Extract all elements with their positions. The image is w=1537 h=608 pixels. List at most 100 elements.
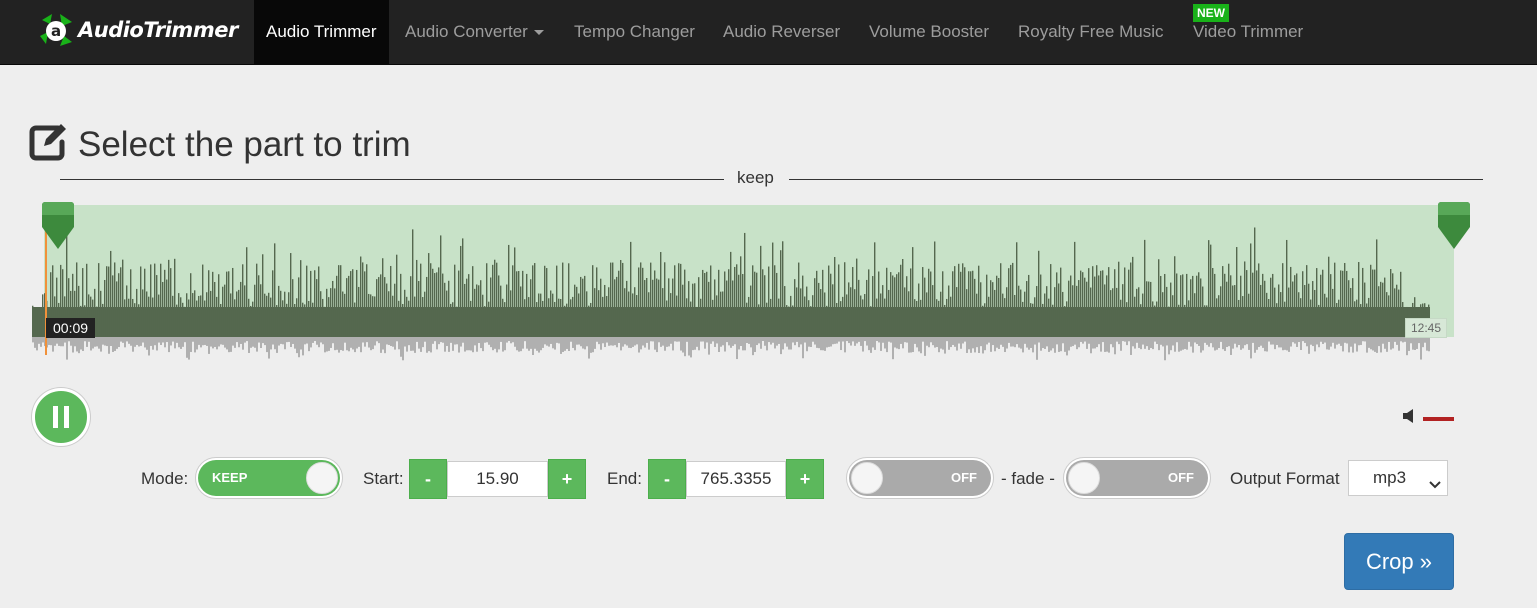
wave-bar	[286, 303, 288, 337]
nav-volume-booster[interactable]: Volume Booster	[869, 0, 989, 64]
wave-reflection	[260, 337, 262, 348]
wave-reflection	[932, 337, 934, 346]
wave-reflection	[1086, 337, 1088, 349]
wave-bar	[366, 264, 368, 337]
fade-in-toggle[interactable]: OFF	[846, 457, 994, 499]
wave-bar	[1280, 292, 1282, 337]
wave-bar	[208, 270, 210, 337]
wave-reflection	[366, 337, 368, 343]
wave-bar	[340, 265, 342, 337]
end-input[interactable]: 765.3355	[686, 461, 786, 497]
mode-toggle[interactable]: KEEP	[195, 457, 343, 499]
wave-bar	[760, 245, 762, 337]
wave-bar	[294, 304, 296, 337]
wave-reflection	[1142, 337, 1144, 345]
wave-reflection	[1172, 337, 1174, 346]
volume-control[interactable]	[1403, 409, 1454, 428]
wave-bar	[594, 288, 596, 337]
wave-bar	[1380, 281, 1382, 337]
output-format-select[interactable]: mp3	[1348, 460, 1448, 496]
crop-button[interactable]: Crop »	[1344, 533, 1454, 590]
wave-reflection	[954, 337, 956, 347]
wave-reflection	[1100, 337, 1102, 352]
wave-reflection	[966, 337, 968, 353]
wave-bar	[606, 296, 608, 337]
wave-bar	[1298, 292, 1300, 337]
wave-bar	[534, 263, 536, 337]
wave-bar	[150, 264, 152, 337]
wave-reflection	[1016, 337, 1018, 345]
wave-reflection	[138, 337, 140, 347]
volume-slider[interactable]	[1423, 416, 1454, 421]
end-handle[interactable]	[1436, 201, 1472, 256]
wave-bar	[460, 245, 462, 337]
wave-reflection	[512, 337, 514, 343]
wave-reflection	[820, 337, 822, 351]
wave-reflection	[402, 337, 404, 361]
nav-audio-trimmer[interactable]: Audio Trimmer	[254, 0, 389, 64]
wave-bar	[392, 295, 394, 337]
nav-tempo-changer[interactable]: Tempo Changer	[574, 0, 695, 64]
wave-reflection	[500, 337, 502, 342]
brand-logo[interactable]: a AudioTrimmer	[38, 12, 238, 48]
wave-reflection	[338, 337, 340, 353]
wave-bar	[950, 296, 952, 337]
wave-reflection	[382, 337, 384, 350]
wave-bar	[1158, 259, 1160, 337]
wave-reflection	[510, 337, 512, 344]
wave-bar	[518, 271, 520, 337]
start-plus-button[interactable]: +	[548, 459, 586, 499]
wave-bar	[486, 263, 488, 337]
wave-bar	[1252, 272, 1254, 337]
wave-bar	[794, 279, 796, 337]
wave-reflection	[428, 337, 430, 352]
wave-bar	[1108, 267, 1110, 337]
start-input[interactable]: 15.90	[447, 461, 548, 497]
wave-bar	[812, 295, 814, 337]
wave-reflection	[256, 337, 258, 352]
wave-bar	[910, 268, 912, 337]
waveform[interactable]: 00:09 12:45	[30, 202, 1470, 365]
wave-reflection	[62, 337, 64, 347]
wave-reflection	[1426, 337, 1428, 351]
wave-reflection	[362, 337, 364, 343]
start-minus-button[interactable]: -	[409, 459, 447, 499]
end-minus-button[interactable]: -	[648, 459, 686, 499]
nav-audio-reverser[interactable]: Audio Reverser	[723, 0, 840, 64]
wave-reflection	[920, 337, 922, 354]
wave-bar	[968, 271, 970, 337]
wave-bar	[1248, 293, 1250, 337]
fade-out-toggle[interactable]: OFF	[1063, 457, 1211, 499]
wave-bar	[1124, 267, 1126, 337]
pause-button[interactable]	[32, 388, 90, 446]
wave-reflection	[1382, 337, 1384, 344]
wave-reflection	[1250, 337, 1252, 359]
wave-bar	[742, 274, 744, 337]
end-plus-button[interactable]: +	[786, 459, 824, 499]
wave-bar	[244, 285, 246, 337]
wave-reflection	[752, 337, 754, 356]
wave-reflection	[944, 337, 946, 354]
wave-reflection	[710, 337, 712, 344]
wave-reflection	[304, 337, 306, 345]
wave-reflection	[126, 337, 128, 342]
start-handle[interactable]	[40, 201, 76, 256]
wave-bar	[316, 279, 318, 337]
wave-reflection	[420, 337, 422, 352]
wave-bar	[1286, 239, 1288, 337]
wave-reflection	[1202, 337, 1204, 351]
wave-bar	[550, 290, 552, 337]
wave-reflection	[328, 337, 330, 351]
wave-reflection	[1080, 337, 1082, 342]
wave-bar	[996, 275, 998, 337]
wave-bar	[888, 289, 890, 337]
wave-reflection	[772, 337, 774, 343]
wave-bar	[96, 306, 98, 337]
wave-reflection	[1296, 337, 1298, 347]
wave-reflection	[700, 337, 702, 342]
nav-audio-converter[interactable]: Audio Converter	[405, 0, 544, 64]
wave-reflection	[704, 337, 706, 349]
nav-royalty-free-music[interactable]: Royalty Free Music	[1018, 0, 1163, 64]
wave-reflection	[1222, 337, 1224, 350]
wave-bar	[1296, 273, 1298, 337]
